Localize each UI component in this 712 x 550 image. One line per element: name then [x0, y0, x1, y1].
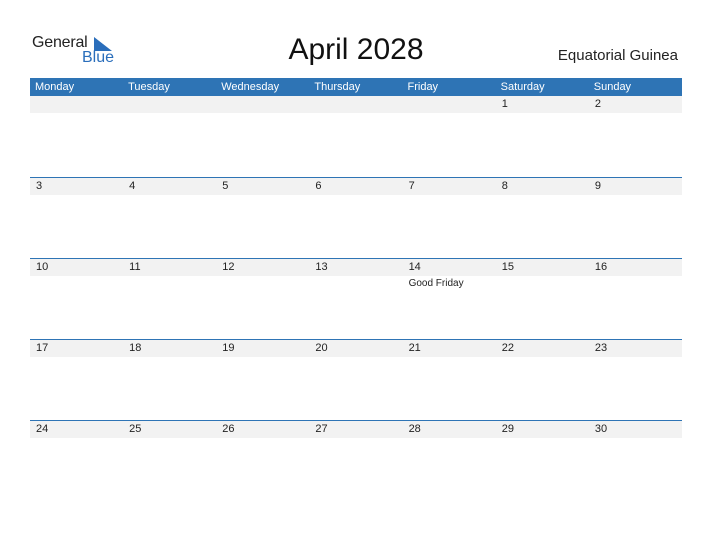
weekday-header: Monday Tuesday Wednesday Thursday Friday…: [30, 78, 682, 96]
day-number: 6: [315, 180, 322, 192]
weekday-tuesday: Tuesday: [128, 81, 170, 93]
weekday-friday: Friday: [407, 81, 439, 93]
day-number: 11: [129, 261, 141, 273]
day-number: 22: [501, 342, 514, 354]
day-number: 1: [501, 98, 508, 110]
week-row: 17 18 19 20 21 22 23: [30, 339, 682, 421]
day-number: 16: [594, 261, 608, 273]
day-cell: 23: [589, 340, 682, 421]
day-number: 10: [36, 261, 49, 273]
day-number: 3: [36, 180, 43, 192]
day-cell: 27: [309, 421, 402, 502]
day-cell: 9: [589, 178, 682, 259]
day-cell: 1: [496, 96, 589, 177]
day-cell: [403, 96, 496, 177]
day-number: 27: [315, 423, 328, 435]
day-number: 12: [222, 261, 235, 273]
day-number: 18: [129, 342, 142, 354]
day-cell: [30, 96, 123, 177]
day-number: 23: [594, 342, 608, 354]
day-cell: 19: [216, 340, 309, 421]
day-cell: 28: [403, 421, 496, 502]
weekday-monday: Monday: [35, 81, 75, 93]
weekday-saturday: Saturday: [500, 81, 545, 93]
week-row: 24 25 26 27 28 29 30: [30, 420, 682, 502]
day-cell: 14 Good Friday: [403, 259, 496, 340]
country-name: Equatorial Guinea: [557, 47, 678, 64]
day-number: 29: [501, 423, 514, 435]
day-number: 13: [315, 261, 328, 273]
day-cell: 29: [496, 421, 589, 502]
day-number: 2: [594, 98, 601, 110]
weekday-sunday: Sunday: [593, 81, 632, 93]
day-cell: 12: [216, 259, 309, 340]
day-cell: 2: [589, 96, 682, 177]
day-cell: [216, 96, 309, 177]
weekday-thursday: Thursday: [314, 81, 361, 93]
day-cell: 25: [123, 421, 216, 502]
day-cell: 10: [30, 259, 123, 340]
week-row: 12: [30, 96, 682, 177]
day-number: 21: [408, 342, 421, 354]
day-number: 8: [501, 180, 508, 192]
day-cell: 11: [123, 259, 216, 340]
day-number: 24: [36, 423, 49, 435]
day-cell: 8: [496, 178, 589, 259]
weekday-wednesday: Wednesday: [221, 81, 280, 93]
day-cell: [309, 96, 402, 177]
week-row: 3 4 5 6 7 8 9: [30, 177, 682, 259]
day-cell: 17: [30, 340, 123, 421]
holiday-label: Good Friday: [408, 278, 464, 289]
day-cell: 4: [123, 178, 216, 259]
day-number: 15: [501, 261, 514, 273]
day-number: 25: [129, 423, 142, 435]
day-cell: 6: [309, 178, 402, 259]
day-number: 14: [408, 261, 421, 273]
day-cell: 20: [309, 340, 402, 421]
week-row: 10 11 12 13 14 Good Friday 15 16: [30, 258, 682, 340]
day-cell: 3: [30, 178, 123, 259]
day-cell: 26: [216, 421, 309, 502]
day-cell: [123, 96, 216, 177]
day-number: 30: [594, 423, 608, 435]
day-cell: 15: [496, 259, 589, 340]
day-cell: 7: [403, 178, 496, 259]
day-cell: 16: [589, 259, 682, 340]
day-number: 17: [36, 342, 49, 354]
day-number: 4: [129, 180, 136, 192]
day-cell: 24: [30, 421, 123, 502]
day-cell: 21: [403, 340, 496, 421]
day-number: 19: [222, 342, 235, 354]
day-cell: 30: [589, 421, 682, 502]
day-number: 9: [594, 180, 601, 192]
day-number: 7: [408, 180, 415, 192]
day-cell: 18: [123, 340, 216, 421]
day-number: 28: [408, 423, 421, 435]
day-cell: 13: [309, 259, 402, 340]
day-number: 20: [315, 342, 328, 354]
day-cell: 5: [216, 178, 309, 259]
day-number: 5: [222, 180, 229, 192]
day-cell: 22: [496, 340, 589, 421]
day-number: 26: [222, 423, 235, 435]
